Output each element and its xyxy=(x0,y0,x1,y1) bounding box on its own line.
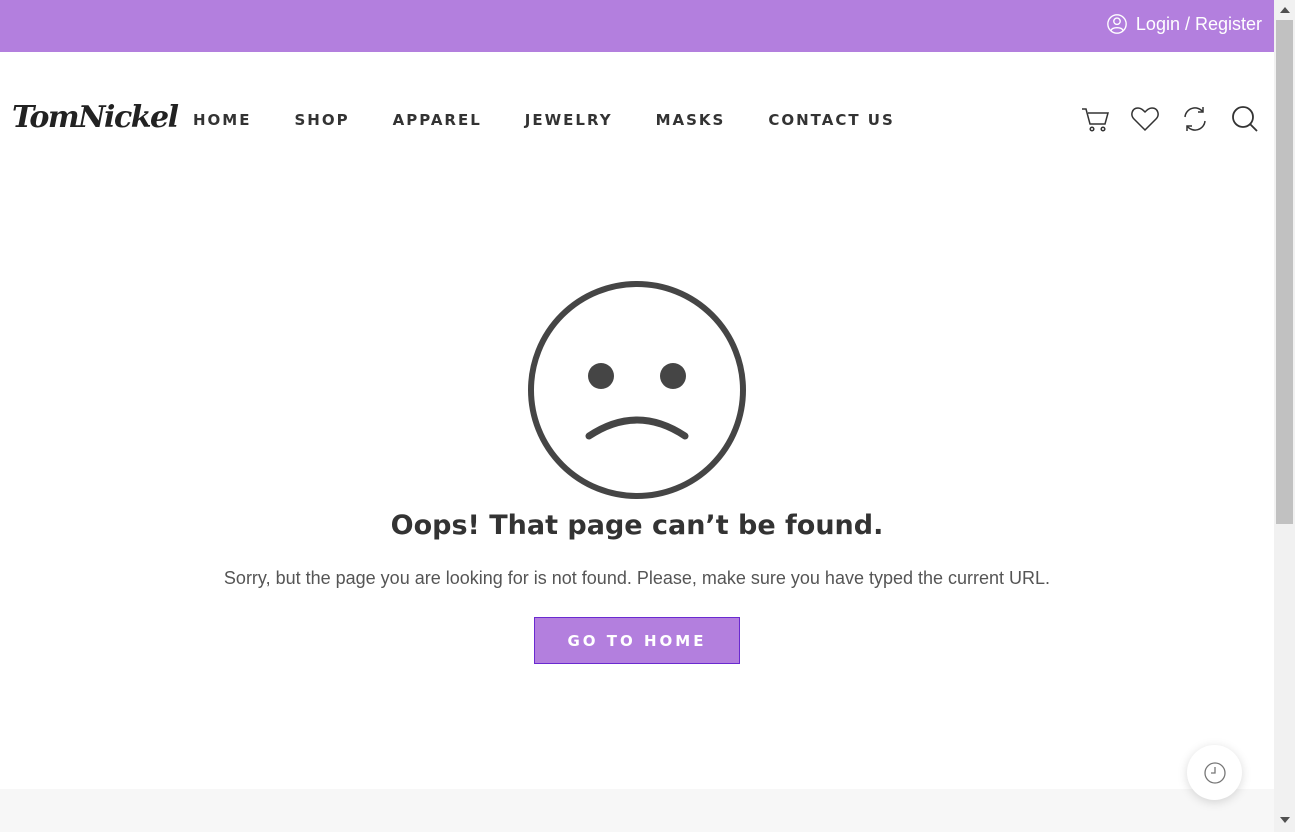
login-register-link[interactable]: Login / Register xyxy=(1106,13,1262,35)
scroll-thumb[interactable] xyxy=(1276,20,1293,524)
sad-face-icon xyxy=(528,281,746,499)
scroll-up-arrow[interactable] xyxy=(1280,7,1290,13)
recently-viewed-button[interactable] xyxy=(1187,745,1242,800)
nav-shop[interactable]: SHOP xyxy=(294,111,349,129)
site-header: TomNickel HOME SHOP APPAREL JEWELRY MASK… xyxy=(0,52,1274,188)
nav-masks[interactable]: MASKS xyxy=(656,111,726,129)
top-bar: Login / Register xyxy=(0,0,1274,52)
nav-contact-us[interactable]: CONTACT US xyxy=(768,111,894,129)
nav-home[interactable]: HOME xyxy=(193,111,251,129)
nav-apparel[interactable]: APPAREL xyxy=(393,111,482,129)
footer-band xyxy=(0,789,1274,832)
header-icons xyxy=(1080,104,1260,134)
clock-icon xyxy=(1203,761,1226,784)
main-nav: HOME SHOP APPAREL JEWELRY MASKS CONTACT … xyxy=(193,111,938,129)
go-to-home-button[interactable]: GO TO HOME xyxy=(534,617,740,664)
search-icon[interactable] xyxy=(1230,104,1260,134)
error-title: Oops! That page can’t be found. xyxy=(390,510,884,541)
error-description: Sorry, but the page you are looking for … xyxy=(223,568,1051,588)
login-register-label: Login / Register xyxy=(1135,13,1262,34)
error-content: Oops! That page can’t be found. Sorry, b… xyxy=(0,188,1274,788)
cart-icon[interactable] xyxy=(1080,104,1110,134)
scrollbar[interactable] xyxy=(1274,0,1295,832)
site-logo[interactable]: TomNickel xyxy=(12,100,179,135)
compare-icon[interactable] xyxy=(1180,104,1210,134)
scroll-down-arrow[interactable] xyxy=(1280,817,1290,823)
nav-jewelry[interactable]: JEWELRY xyxy=(525,111,613,129)
user-icon xyxy=(1107,14,1127,34)
heart-icon[interactable] xyxy=(1130,104,1160,134)
